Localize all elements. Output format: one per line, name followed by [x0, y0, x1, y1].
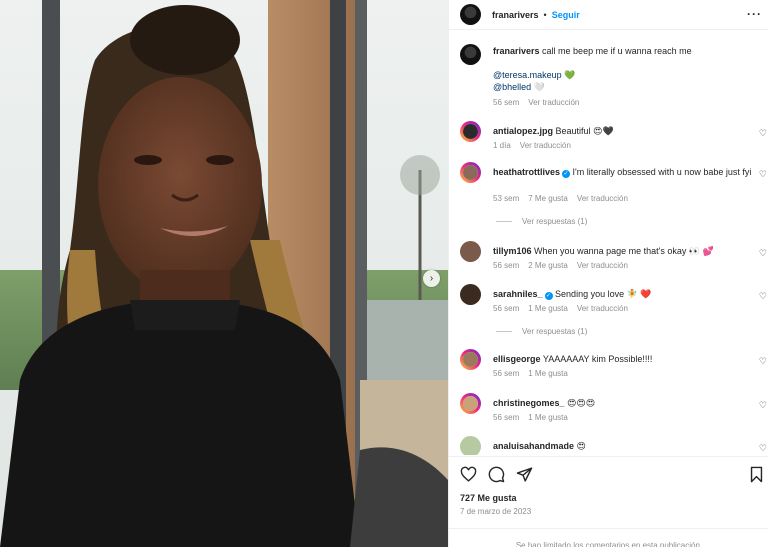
commenter-username[interactable]: heathatrottlives — [493, 167, 560, 177]
comment-time: 1 día — [493, 141, 511, 150]
save-bookmark-icon[interactable] — [748, 466, 765, 483]
share-paper-plane-icon[interactable] — [516, 466, 533, 483]
view-replies-label: Ver respuestas (1) — [522, 217, 588, 226]
like-comment-heart-icon[interactable]: ♡ — [759, 291, 767, 302]
like-heart-icon[interactable] — [460, 466, 477, 483]
instagram-post-view: › franarivers • Seguir ··· franarivers c… — [0, 0, 768, 547]
commenter-avatar[interactable] — [460, 436, 481, 455]
see-translation-link[interactable]: Ver traducción — [577, 304, 628, 313]
verified-badge-icon: ✓ — [544, 292, 553, 300]
caption-text: call me beep me if u wanna reach me — [542, 46, 692, 56]
comments-limited-notice: Se han limitado los comentarios en esta … — [449, 528, 768, 547]
mention-link[interactable]: @bhelled — [493, 82, 531, 92]
comment-text: 😍 — [576, 441, 586, 451]
caption-time: 56 sem — [493, 98, 520, 107]
green-heart-emoji: 💚 — [564, 70, 576, 80]
commenter-username[interactable]: sarahniles_ — [493, 289, 543, 299]
commenter-avatar[interactable] — [460, 121, 481, 142]
comment-text: 😍😍😍 — [567, 398, 596, 408]
white-heart-emoji: 🤍 — [533, 82, 545, 92]
comment-likes[interactable]: 1 Me gusta — [528, 304, 568, 313]
comment-time: 56 sem — [493, 304, 520, 313]
comment-likes[interactable]: 1 Me gusta — [528, 413, 568, 422]
like-comment-heart-icon[interactable]: ♡ — [759, 128, 767, 139]
author-avatar[interactable] — [460, 4, 481, 25]
header-separator: • — [543, 9, 547, 20]
mention-link[interactable]: @teresa.makeup — [493, 70, 562, 80]
commenter-avatar[interactable] — [460, 284, 481, 305]
like-comment-heart-icon[interactable]: ♡ — [759, 356, 767, 367]
comment-text: Sending you love 🧚 ❤️ — [555, 289, 652, 299]
commenter-username[interactable]: tillym106 — [493, 246, 532, 256]
commenter-avatar[interactable] — [460, 349, 481, 370]
view-replies-button[interactable]: Ver respuestas (1) — [496, 217, 587, 226]
caption-username[interactable]: franarivers — [493, 46, 540, 56]
see-translation-link[interactable]: Ver traducción — [577, 194, 628, 203]
comment-bubble-icon[interactable] — [488, 466, 505, 483]
like-comment-heart-icon[interactable]: ♡ — [759, 169, 767, 180]
post-date: 7 de marzo de 2023 — [460, 507, 532, 516]
commenter-username[interactable]: ellisgeorge — [493, 354, 541, 364]
verified-badge-icon: ✓ — [562, 170, 571, 178]
see-translation-link[interactable]: Ver traducción — [520, 141, 571, 150]
author-username[interactable]: franarivers — [492, 10, 539, 20]
post-actions: 727 Me gusta 7 de marzo de 2023 Se han l… — [449, 456, 768, 547]
comment-likes[interactable]: 2 Me gusta — [528, 261, 568, 270]
comment-text: Beautiful 😍🖤 — [555, 126, 614, 136]
commenter-avatar[interactable] — [460, 162, 481, 183]
see-translation-link[interactable]: Ver traducción — [528, 98, 579, 107]
commenter-avatar[interactable] — [460, 393, 481, 414]
post-photo[interactable]: › — [0, 0, 448, 547]
comment-text: When you wanna page me that's okay 👀 💕 — [534, 246, 714, 256]
view-replies-label: Ver respuestas (1) — [522, 327, 588, 336]
comment-time: 56 sem — [493, 413, 520, 422]
caption-avatar[interactable] — [460, 44, 481, 65]
post-side-panel: franarivers • Seguir ··· franarivers cal… — [448, 0, 768, 547]
comment-text: I'm literally obsessed with u now babe j… — [572, 167, 752, 177]
commenter-username[interactable]: christinegomes_ — [493, 398, 565, 408]
comment-text: YAAAAAAY kim Possible!!!! — [542, 354, 653, 364]
comment-likes[interactable]: 1 Me gusta — [528, 369, 568, 378]
like-comment-heart-icon[interactable]: ♡ — [759, 400, 767, 411]
comments-scroll-area[interactable]: franarivers call me beep me if u wanna r… — [449, 31, 768, 455]
replies-divider — [496, 221, 512, 222]
comment-time: 53 sem — [493, 194, 520, 203]
commenter-username[interactable]: analuisahandmade — [493, 441, 574, 451]
more-options-icon[interactable]: ··· — [747, 7, 762, 21]
post-header: franarivers • Seguir ··· — [449, 0, 768, 30]
follow-button[interactable]: Seguir — [552, 10, 580, 20]
like-comment-heart-icon[interactable]: ♡ — [759, 443, 767, 454]
commenter-avatar[interactable] — [460, 241, 481, 262]
see-translation-link[interactable]: Ver traducción — [577, 261, 628, 270]
replies-divider — [496, 331, 512, 332]
selfie-image — [0, 0, 448, 547]
commenter-username[interactable]: antialopez.jpg — [493, 126, 553, 136]
post-likes-count[interactable]: 727 Me gusta — [460, 493, 517, 503]
comment-time: 56 sem — [493, 261, 520, 270]
view-replies-button[interactable]: Ver respuestas (1) — [496, 327, 587, 336]
like-comment-heart-icon[interactable]: ♡ — [759, 248, 767, 259]
comment-likes[interactable]: 7 Me gusta — [528, 194, 568, 203]
next-photo-button[interactable]: › — [423, 270, 440, 287]
comment-time: 56 sem — [493, 369, 520, 378]
